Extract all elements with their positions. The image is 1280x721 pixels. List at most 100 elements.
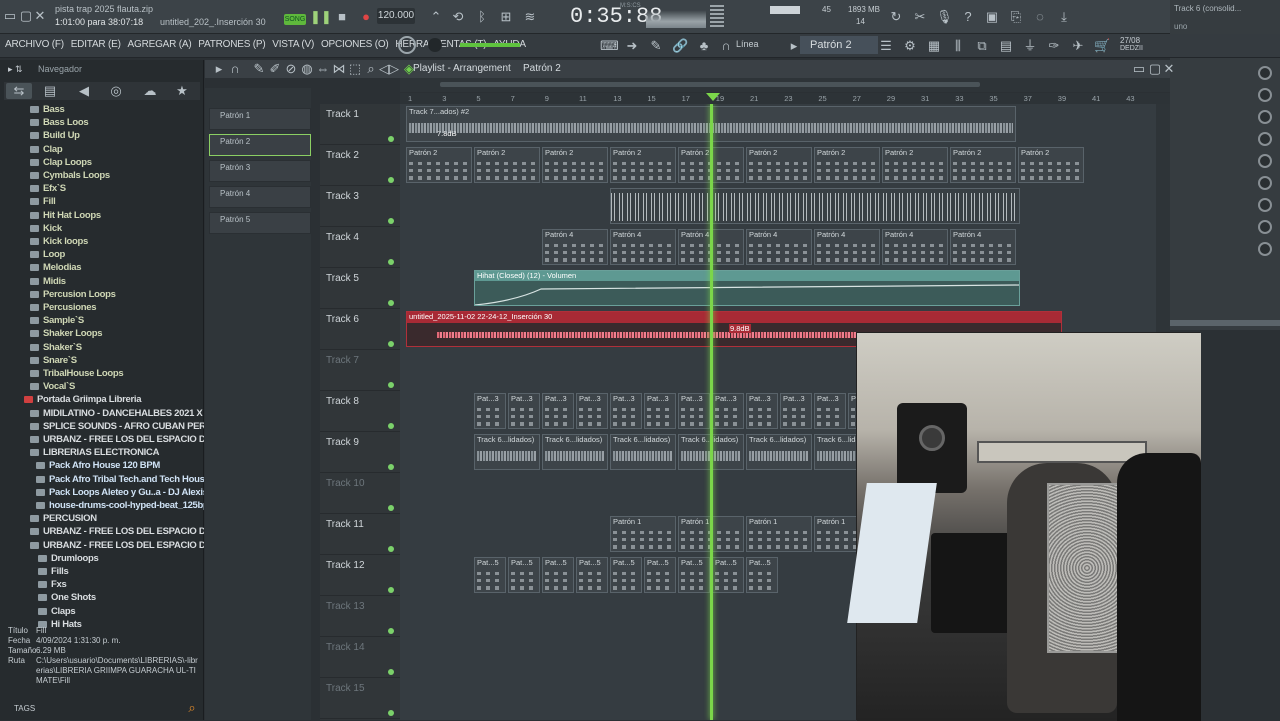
mute-icon[interactable]: ◍ (299, 61, 315, 77)
browser-item[interactable]: Hit Hat Loops (30, 210, 101, 223)
clip-t8-pattern[interactable]: Pat...3 (712, 393, 744, 429)
browser-item[interactable]: PERCUSION (30, 513, 97, 526)
pencil-icon[interactable]: ✎ (251, 61, 267, 77)
browser-item[interactable]: Sample`S (30, 315, 84, 328)
browser-item[interactable]: MIDILATINO - DANCEHALBES 2021 X REMAUU (30, 408, 204, 421)
clip-t2-pattern[interactable]: Patrón 2 (542, 147, 608, 183)
clip-t12-pattern[interactable]: Pat...5 (712, 557, 744, 593)
stamp-icon[interactable]: ♣ (696, 38, 712, 54)
browser-item[interactable]: Kick loops (30, 236, 88, 249)
blend-icon[interactable]: ≋ (522, 9, 538, 25)
browser-item[interactable]: Clap Loops (30, 157, 92, 170)
track-header[interactable]: Track 3 (320, 186, 400, 227)
clip-track3[interactable] (610, 188, 1020, 224)
clip-t8-pattern[interactable]: Pat...3 (610, 393, 642, 429)
channel-knob[interactable] (1258, 132, 1272, 146)
paint-icon[interactable]: ✐ (267, 61, 283, 77)
channel-knob[interactable] (1258, 242, 1272, 256)
browser-item[interactable]: SPLICE SOUNDS - AFRO CUBAN PERCUSSION (30, 421, 204, 434)
menu-patrones[interactable]: PATRONES (P) (198, 39, 265, 50)
playhead[interactable] (710, 104, 713, 720)
menu-vista[interactable]: VISTA (V) (272, 39, 314, 50)
channel-knob[interactable] (1258, 220, 1272, 234)
clip-t4-pattern[interactable]: Patrón 4 (814, 229, 880, 265)
track-header[interactable]: Track 7 (320, 350, 400, 391)
clip-t8-pattern[interactable]: Pat...3 (542, 393, 574, 429)
clip-t4-pattern[interactable]: Patrón 4 (882, 229, 948, 265)
minimize-icon[interactable]: ▭ (2, 8, 18, 24)
refresh-icon[interactable]: ↻ (888, 9, 904, 25)
step-edit-icon[interactable]: ⊞ (498, 9, 514, 25)
brush-icon[interactable]: ✎ (648, 38, 664, 54)
browser-item[interactable]: Bass Loos (30, 117, 89, 130)
track-mute-led[interactable] (388, 177, 394, 183)
tempo-display[interactable]: 120.000 (377, 8, 415, 24)
tempo-tap-icon[interactable]: ✑ (1046, 38, 1062, 54)
channel-panel-scroll[interactable] (1170, 320, 1280, 326)
channel-knob[interactable] (1258, 66, 1272, 80)
clip-t2-pattern[interactable]: Patrón 2 (746, 147, 812, 183)
keyboard-icon[interactable]: ⌨ (600, 38, 619, 54)
track-mute-led[interactable] (388, 259, 394, 265)
clip-t12-pattern[interactable]: Pat...5 (678, 557, 710, 593)
clip-t8-pattern[interactable]: Pat...3 (678, 393, 710, 429)
download-icon[interactable]: ⤓ (1056, 9, 1072, 25)
playlist-icon[interactable]: ☰ (878, 38, 894, 54)
snap-select[interactable]: Línea (736, 39, 759, 49)
track-mute-led[interactable] (388, 628, 394, 634)
browser-item[interactable]: Cymbals Loops (30, 170, 110, 183)
stop-icon[interactable]: ■ (334, 9, 350, 25)
arrow-icon[interactable]: ➜ (624, 38, 640, 54)
metronome-icon[interactable]: ⌃ (428, 9, 444, 25)
track-header[interactable]: Track 6 (320, 309, 400, 350)
close-icon[interactable]: ✕ (32, 8, 48, 24)
track-mute-led[interactable] (388, 136, 394, 142)
track-header[interactable]: Track 10 (320, 473, 400, 514)
clip-t11-pattern[interactable]: Patrón 1 (746, 516, 812, 552)
browser-all-icon[interactable]: ⇆ (6, 83, 32, 99)
clip-t2-pattern[interactable]: Patrón 2 (814, 147, 880, 183)
clip-t2-pattern[interactable]: Patrón 2 (1018, 147, 1084, 183)
clip-t8-pattern[interactable]: Pat...3 (814, 393, 846, 429)
clip-t11-pattern[interactable]: Patrón 1 (610, 516, 676, 552)
browser-item[interactable]: Clap (30, 144, 63, 157)
track-header[interactable]: Track 2 (320, 145, 400, 186)
clip-t9-pattern[interactable]: Track 6...lidados) (746, 434, 812, 470)
pattern-item[interactable]: Patrón 4 (209, 186, 311, 208)
clip-t12-pattern[interactable]: Pat...5 (508, 557, 540, 593)
clip-t12-pattern[interactable]: Pat...5 (576, 557, 608, 593)
playlist-restore-icon[interactable]: ▭ (1131, 61, 1147, 77)
menu-editar[interactable]: EDITAR (E) (71, 39, 121, 50)
delete-icon[interactable]: ⊘ (283, 61, 299, 77)
timeline-ruler[interactable]: 1 3 5 7 9 11 13 15 17 19 21 23 25 27 29 31 33 35 37 39 41 43 (400, 93, 1170, 104)
clip-t8-pattern[interactable]: Pat...3 (746, 393, 778, 429)
browser-item[interactable]: Midis (30, 276, 66, 289)
clip-t2-pattern[interactable]: Patrón 2 (882, 147, 948, 183)
browser-star-icon[interactable]: ★ (174, 83, 190, 99)
search-icon[interactable]: ⌕ (184, 700, 200, 716)
browser-cloud-icon[interactable]: ☁ (142, 83, 158, 99)
track-header[interactable]: Track 1 (320, 104, 400, 145)
clip-t12-pattern[interactable]: Pat...5 (644, 557, 676, 593)
menu-agregar[interactable]: AGREGAR (A) (128, 39, 192, 50)
menu-archivo[interactable]: ARCHIVO (F) (5, 39, 64, 50)
render-icon[interactable]: ⎘ (1008, 9, 1024, 25)
browser-speaker-icon[interactable]: ◀ (76, 83, 92, 99)
browser-item[interactable]: TribalHouse Loops (30, 368, 124, 381)
clip-t9-pattern[interactable]: Track 6...lidados) (474, 434, 540, 470)
channel-knob[interactable] (1258, 198, 1272, 212)
track-header[interactable]: Track 8 (320, 391, 400, 432)
track-mute-led[interactable] (388, 710, 394, 716)
browser-item[interactable]: Melodias (30, 262, 82, 275)
browser-item[interactable]: Fxs (38, 579, 67, 592)
master-volume-knob[interactable] (398, 36, 416, 54)
browser-item[interactable]: Vocal`S (30, 381, 75, 394)
track-mute-led[interactable] (388, 587, 394, 593)
clip-t12-pattern[interactable]: Pat...5 (746, 557, 778, 593)
store-icon[interactable]: 🛒 (1094, 38, 1110, 54)
clip-t8-pattern[interactable]: Pat...3 (576, 393, 608, 429)
track-mute-led[interactable] (388, 505, 394, 511)
track-header[interactable]: Track 14 (320, 637, 400, 678)
browser-item[interactable]: URBANZ - FREE LOS DEL ESPACIO DRUM KIT (30, 540, 204, 553)
piano-roll-icon[interactable]: ▦ (926, 38, 942, 54)
